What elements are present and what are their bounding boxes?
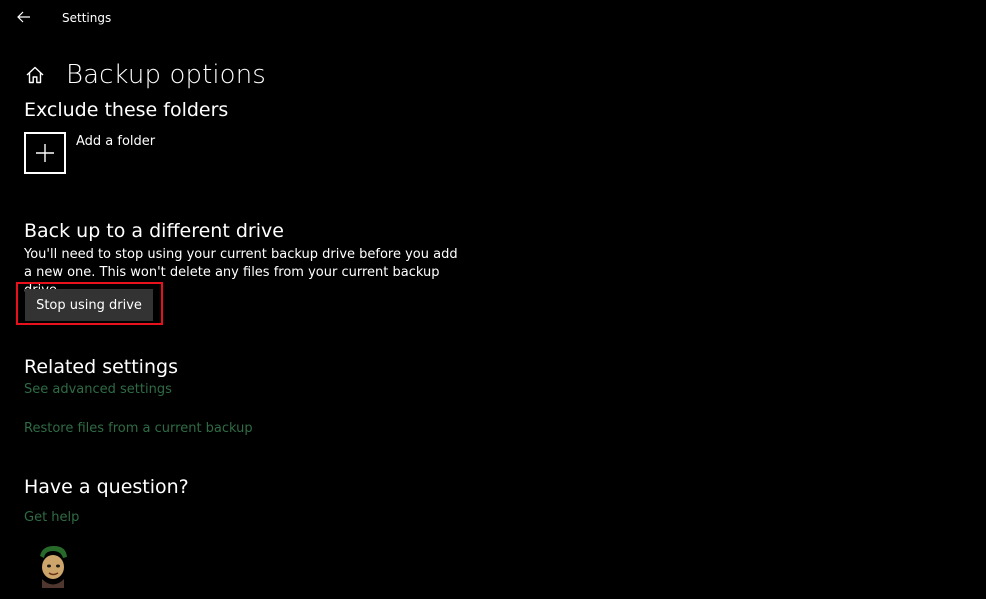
restore-files-link[interactable]: Restore files from a current backup xyxy=(24,421,253,437)
title-bar: Settings xyxy=(0,0,986,36)
page-title: Backup options xyxy=(66,60,266,90)
different-drive-heading: Back up to a different drive xyxy=(24,220,284,242)
plus-icon xyxy=(36,144,54,162)
watermark-logo-icon xyxy=(40,546,67,588)
back-arrow-icon xyxy=(17,11,30,23)
add-folder-tile[interactable] xyxy=(24,132,66,174)
home-icon[interactable] xyxy=(20,60,50,90)
related-settings-heading: Related settings xyxy=(24,356,178,378)
app-title: Settings xyxy=(62,11,112,25)
back-button[interactable] xyxy=(8,3,40,31)
exclude-folders-heading: Exclude these folders xyxy=(24,99,229,121)
stop-using-drive-button[interactable]: Stop using drive xyxy=(25,289,153,321)
get-help-link[interactable]: Get help xyxy=(24,510,79,526)
add-folder-button[interactable]: Add a folder xyxy=(24,132,156,174)
page-header: Backup options xyxy=(20,56,266,94)
have-a-question-heading: Have a question? xyxy=(24,476,189,498)
see-advanced-settings-link[interactable]: See advanced settings xyxy=(24,382,172,398)
add-folder-label: Add a folder xyxy=(76,134,156,149)
